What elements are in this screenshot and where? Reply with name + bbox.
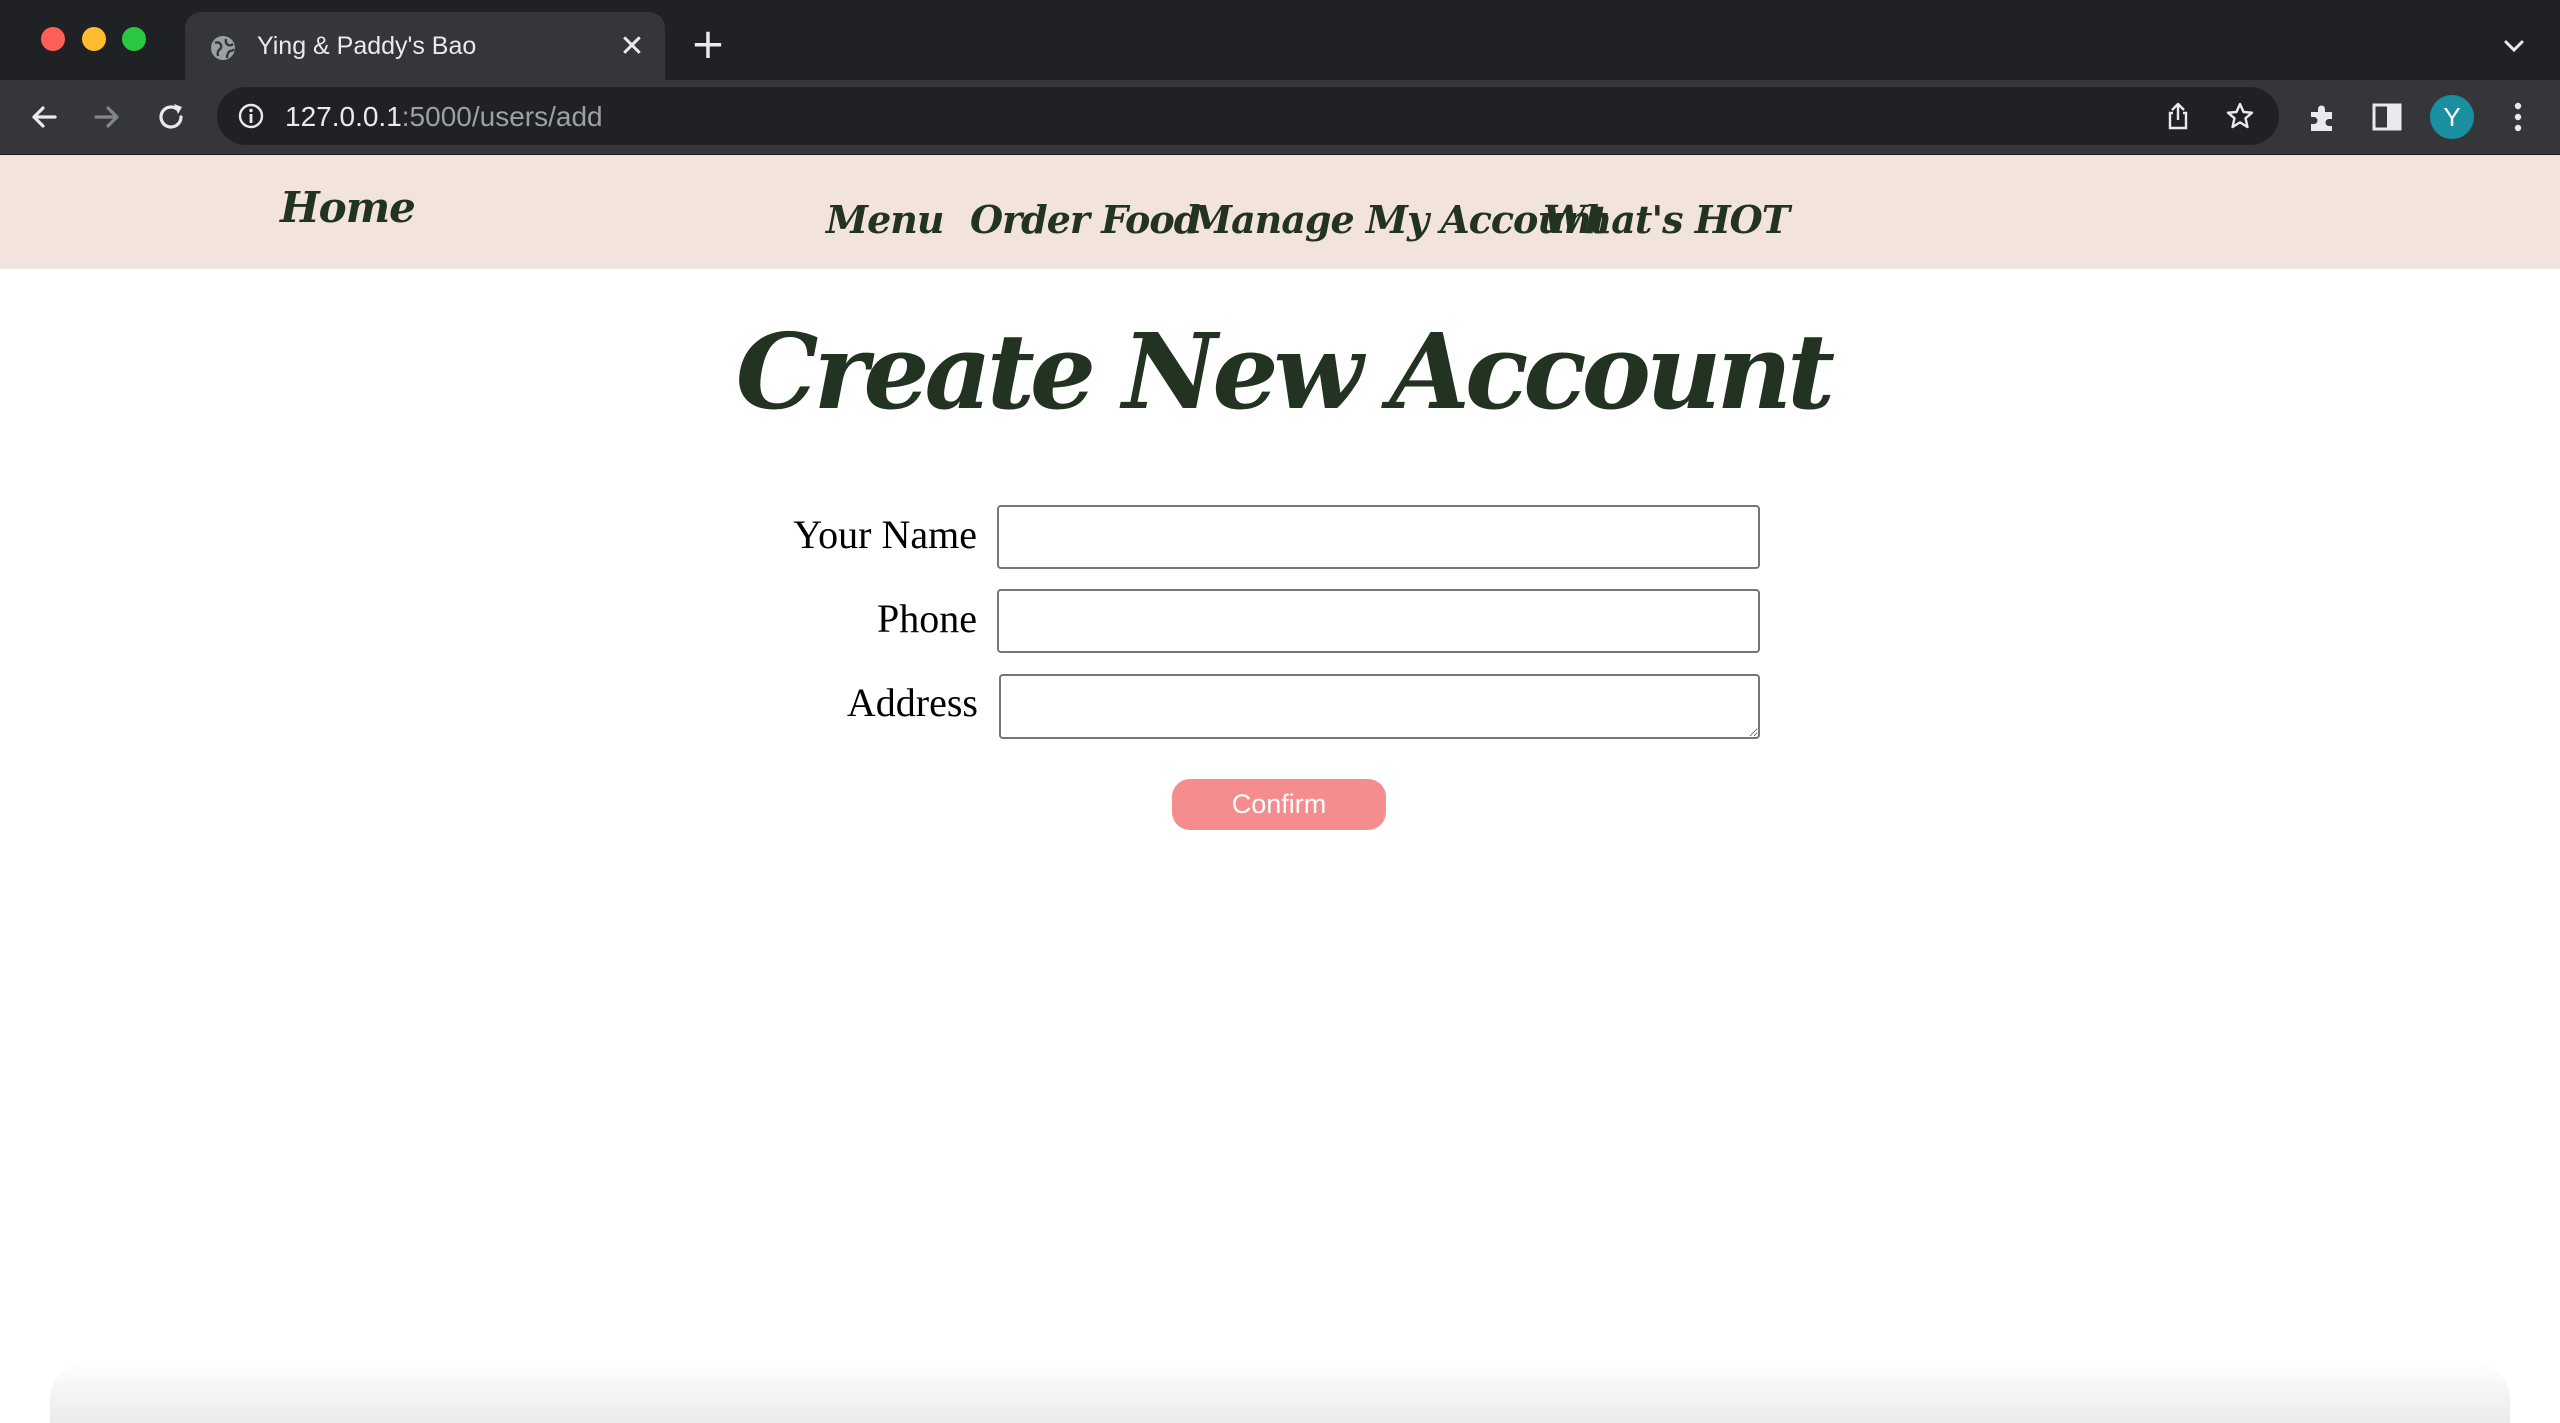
chevron-down-icon[interactable] [2500,32,2528,60]
globe-icon [211,36,236,60]
address-bar[interactable]: 127.0.0.1:5000/users/add [217,87,2279,145]
maximize-window-button[interactable] [122,27,146,51]
nav-menu-link[interactable]: Menu [826,197,944,242]
browser-toolbar: 127.0.0.1:5000/users/add Y [0,80,2560,155]
confirm-button[interactable]: Confirm [1172,779,1386,830]
puzzle-extension-icon[interactable] [2306,100,2340,134]
url-text[interactable]: 127.0.0.1:5000/users/add [285,101,603,133]
phone-input[interactable] [997,589,1760,653]
name-input[interactable] [997,505,1760,569]
browser-tab-strip: Ying & Paddy's Bao ✕ + [0,0,2560,80]
nav-home-link[interactable]: Home [280,183,416,232]
nav-order-food-link[interactable]: Order Food [970,197,1200,242]
active-tab[interactable]: Ying & Paddy's Bao ✕ [185,12,665,80]
plus-icon[interactable]: + [690,23,726,65]
phone-label: Phone [877,596,977,641]
page-title: Create New Account [735,310,1835,433]
window-bottom-shadow [50,1360,2510,1423]
url-host: 127.0.0.1 [285,101,402,132]
url-path: :5000/users/add [401,101,603,132]
kebab-menu-icon[interactable] [2500,98,2536,136]
forward-arrow-icon[interactable] [88,98,126,136]
star-icon[interactable] [2225,101,2255,131]
site-navbar: Home Menu Order Food Manage My Account W… [0,155,2560,269]
tab-title: Ying & Paddy's Bao [257,32,477,60]
close-window-button[interactable] [41,27,65,51]
side-panel-icon[interactable] [2370,100,2404,134]
name-label: Your Name [793,512,977,557]
reload-icon[interactable] [152,98,190,136]
address-label: Address [846,680,978,725]
address-textarea[interactable] [999,674,1760,739]
info-icon[interactable] [237,102,265,130]
nav-whats-hot-link[interactable]: What's HOT [1543,197,1790,242]
close-icon[interactable]: ✕ [617,32,647,62]
share-icon[interactable] [2163,101,2193,131]
avatar[interactable]: Y [2430,95,2474,139]
back-arrow-icon[interactable] [25,98,63,136]
minimize-window-button[interactable] [82,27,106,51]
